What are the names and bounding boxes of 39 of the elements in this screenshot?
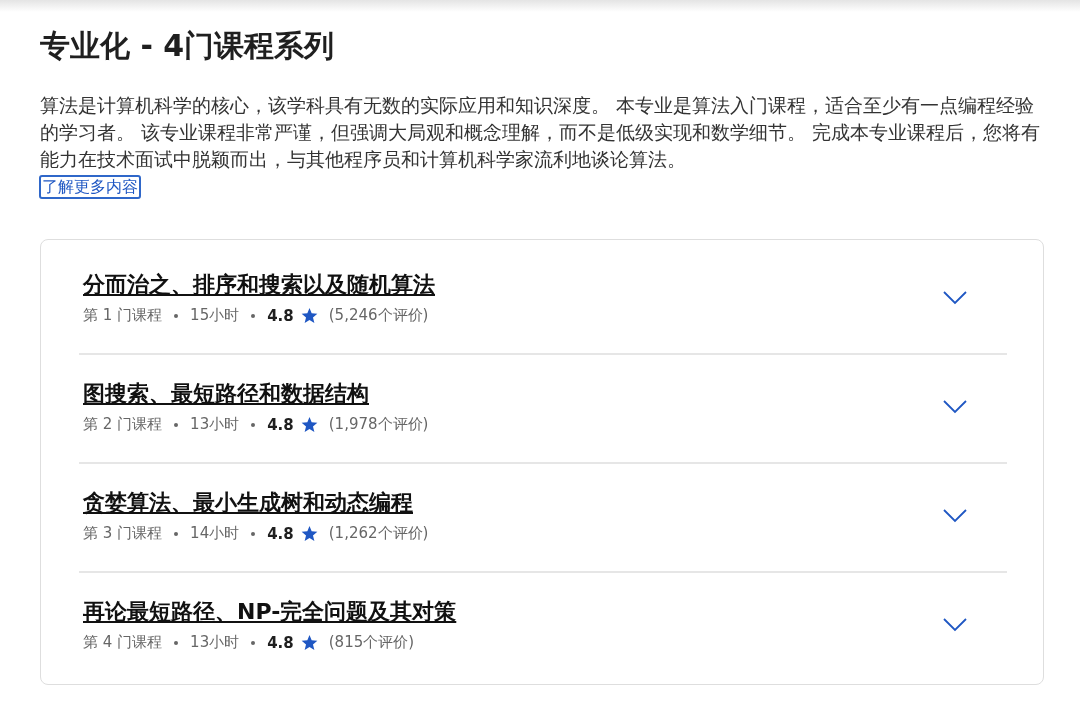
course-hours: 13小时 (190, 633, 240, 652)
separator-dot (174, 640, 179, 645)
separator-dot (174, 531, 179, 536)
description-text: 算法是计算机科学的核心，该学科具有无数的实际应用和知识深度。 本专业是算法入门课程，适合至少有一点编程经验的学习者。 该专业课程非常严谨，但强调大局观和概念理解，而不是低级实现和数学细节。 完成本专业课程后，您将有能力在技术面试中脱颖而出，与其他程序员和计算机科学家流利地谈论算法。 (40, 94, 1040, 172)
course-number: 第 2 门课程 (83, 415, 163, 434)
course-rating: 4.8 (267, 633, 294, 652)
separator-dot (251, 531, 256, 536)
review-count: (1,262个评价) (328, 524, 429, 543)
course-hours: 14小时 (190, 524, 240, 543)
course-title-link[interactable]: 图搜索、最短路径和数据结构 (83, 381, 369, 406)
course-title-link[interactable]: 再论最短路径、NP-完全问题及其对策 (83, 599, 457, 624)
star-icon (300, 525, 318, 542)
review-count: (1,978个评价) (328, 415, 429, 434)
separator-dot (251, 422, 256, 427)
separator-dot (251, 640, 256, 645)
separator-dot (174, 313, 179, 318)
chevron-down-icon[interactable] (943, 508, 967, 523)
chevron-down-icon[interactable] (943, 290, 967, 305)
course-hours: 15小时 (190, 306, 240, 325)
course-number: 第 3 门课程 (83, 524, 163, 543)
page-title: 专业化 - 4门课程系列 (40, 27, 336, 65)
separator-dot (174, 422, 179, 427)
course-title-link[interactable]: 分而治之、排序和搜索以及随机算法 (83, 272, 435, 297)
course-rating: 4.8 (267, 524, 294, 543)
review-count: (815个评价) (328, 633, 415, 652)
course-number: 第 4 门课程 (83, 633, 163, 652)
separator-dot (251, 313, 256, 318)
course-hours: 13小时 (190, 415, 240, 434)
review-count: (5,246个评价) (328, 306, 429, 325)
chevron-down-icon[interactable] (943, 399, 967, 414)
course-rating: 4.8 (267, 306, 294, 325)
course-rating: 4.8 (267, 415, 294, 434)
star-icon (300, 307, 318, 324)
course-title-link[interactable]: 贪婪算法、最小生成树和动态编程 (83, 490, 413, 515)
course-number: 第 1 门课程 (83, 306, 163, 325)
learn-more-link[interactable]: 了解更多内容 (39, 175, 141, 199)
chevron-down-icon[interactable] (943, 617, 967, 632)
star-icon (300, 416, 318, 433)
star-icon (300, 634, 318, 651)
